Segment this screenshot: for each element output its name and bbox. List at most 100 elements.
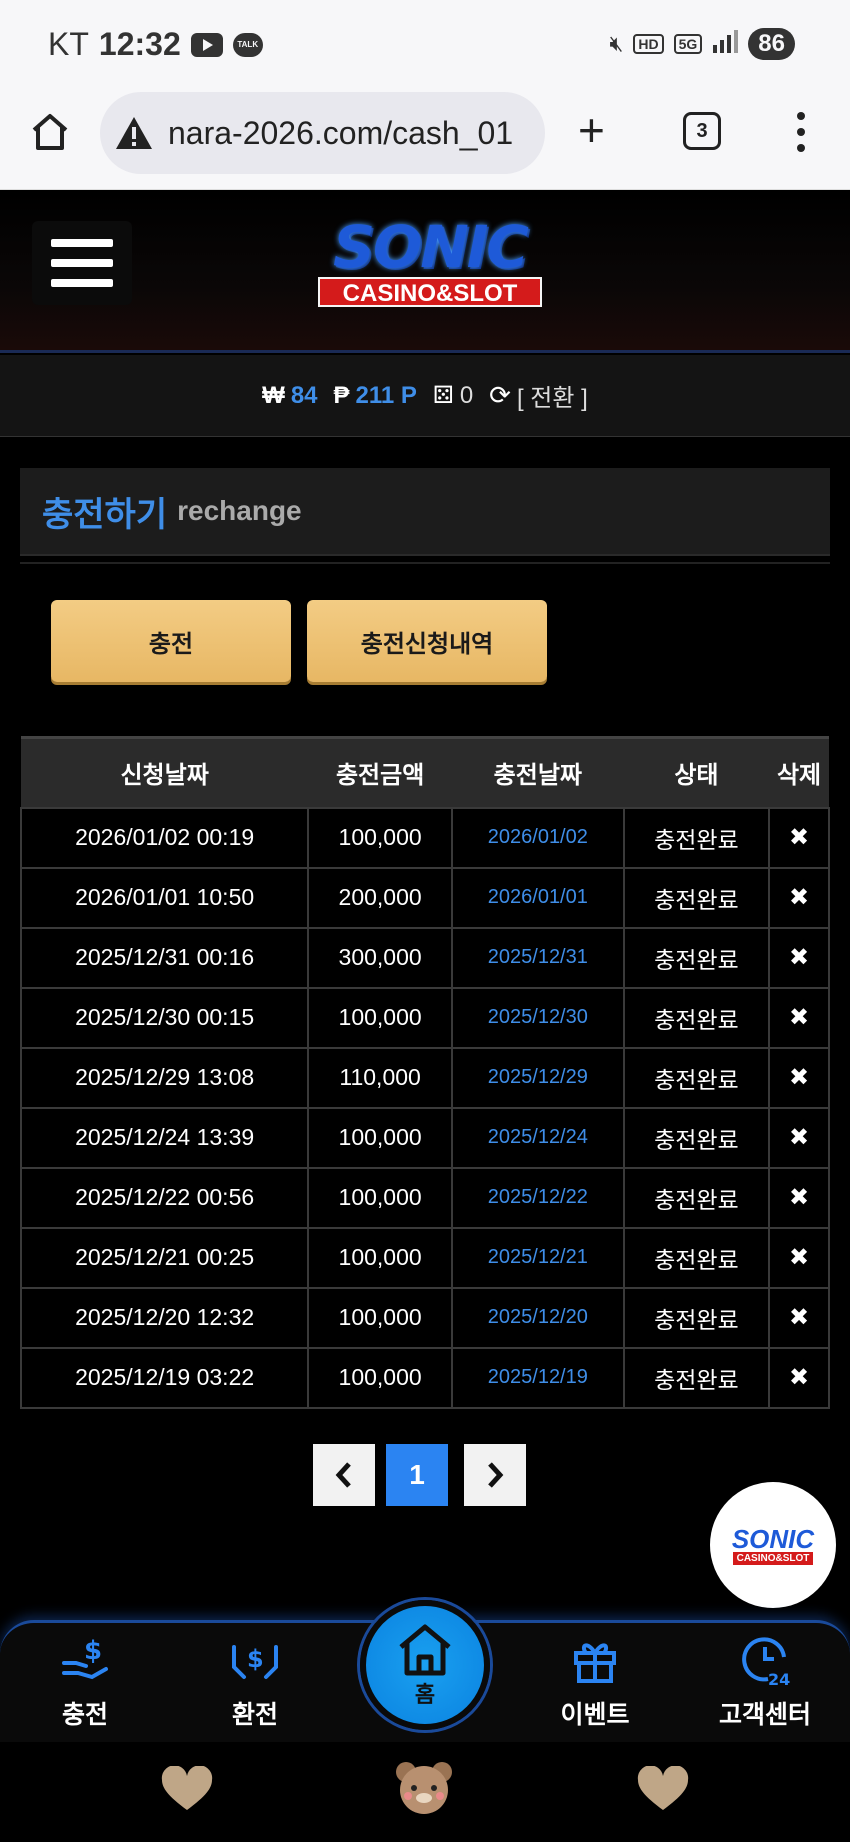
- amount-cell: 100,000: [307, 1286, 453, 1349]
- nav-event[interactable]: 이벤트: [525, 1633, 665, 1733]
- nav-home-label: 홈: [414, 1682, 436, 1707]
- col-amount: 충전금액: [308, 736, 452, 808]
- warning-icon: [116, 117, 152, 149]
- nav-exchange[interactable]: $ 환전: [185, 1633, 325, 1733]
- delete-button[interactable]: ✖: [768, 1046, 830, 1109]
- col-charge-date: 충전날짜: [451, 736, 624, 808]
- table-row: 2025/12/21 00:25 100,000 2025/12/21 충전완료 ✖: [19, 1226, 830, 1289]
- delete-button[interactable]: ✖: [768, 1346, 830, 1409]
- logo-casino-text: CASINO&SLOT: [318, 277, 542, 307]
- request-date-cell: 2025/12/22 00:56: [19, 1166, 310, 1229]
- charge-date-cell: 2025/12/31: [450, 926, 625, 989]
- floating-logo-button[interactable]: SONIC CASINO&SLOT: [710, 1482, 836, 1608]
- home-icon: [399, 1624, 451, 1676]
- amount-cell: 110,000: [307, 1046, 453, 1109]
- table-row: 2025/12/22 00:56 100,000 2025/12/22 충전완료 ✖: [19, 1166, 830, 1229]
- prev-page-button[interactable]: [313, 1444, 375, 1506]
- chevron-left-icon: [335, 1462, 351, 1488]
- page-title-korean: 충전하기: [42, 495, 168, 534]
- hd-icon: HD: [633, 34, 664, 54]
- tab-switcher-button[interactable]: 3: [683, 112, 721, 150]
- request-date-cell: 2025/12/20 12:32: [19, 1286, 310, 1349]
- page-title: 충전하기 rechange: [20, 468, 830, 556]
- amount-cell: 300,000: [307, 926, 453, 989]
- status-cell: 충전완료: [622, 1106, 771, 1169]
- gift-icon: [574, 1643, 616, 1683]
- delete-button[interactable]: ✖: [768, 926, 830, 989]
- charge-history-button[interactable]: 충전신청내역: [307, 600, 547, 682]
- status-cell: 충전완료: [622, 1226, 771, 1289]
- table-row: 2025/12/24 13:39 100,000 2025/12/24 충전완료 ✖: [19, 1106, 830, 1169]
- amount-cell: 100,000: [307, 1106, 453, 1169]
- home-icon[interactable]: [28, 110, 72, 154]
- table-header-row: 신청날짜 충전금액 충전날짜 상태 삭제: [21, 736, 829, 808]
- delete-button[interactable]: ✖: [768, 1106, 830, 1169]
- delete-button[interactable]: ✖: [768, 866, 830, 929]
- youtube-icon: [190, 32, 223, 57]
- status-cell: 충전완료: [622, 926, 771, 989]
- delete-button[interactable]: ✖: [768, 1166, 830, 1229]
- point-balance-value: 211 P: [355, 381, 417, 409]
- heart-icon[interactable]: [634, 1766, 692, 1814]
- charge-date-cell: 2026/01/02: [450, 806, 625, 869]
- svg-text:$: $: [84, 1636, 102, 1666]
- delete-button[interactable]: ✖: [768, 806, 830, 869]
- table-row: 2025/12/31 00:16 300,000 2025/12/31 충전완료 ✖: [19, 926, 830, 989]
- page-title-english: rechange: [177, 495, 302, 526]
- delete-button[interactable]: ✖: [768, 1226, 830, 1289]
- charge-date-cell: 2025/12/20: [450, 1286, 625, 1349]
- withdraw-hands-icon: $: [232, 1645, 278, 1679]
- logo-sonic-text: SONIC: [333, 213, 529, 281]
- float-logo-casino: CASINO&SLOT: [732, 1551, 814, 1565]
- site-logo[interactable]: SONIC CASINO&SLOT: [290, 217, 570, 317]
- charge-date-cell: 2025/12/21: [450, 1226, 625, 1289]
- nav-support[interactable]: 24 고객센터: [695, 1633, 835, 1733]
- page-1-button[interactable]: 1: [386, 1444, 448, 1506]
- carrier-label: KT: [48, 26, 89, 62]
- heart-icon[interactable]: [158, 1766, 216, 1814]
- status-cell: 충전완료: [622, 1346, 771, 1409]
- delete-button[interactable]: ✖: [768, 986, 830, 1049]
- signal-icon: [712, 29, 739, 59]
- bear-icon[interactable]: [392, 1758, 456, 1816]
- nav-charge[interactable]: $ 충전: [15, 1633, 155, 1733]
- status-cell: 충전완료: [622, 1166, 771, 1229]
- more-menu-icon[interactable]: [796, 112, 806, 152]
- divider: [20, 562, 830, 564]
- switch-button[interactable]: ⟳ [ 전환 ]: [489, 378, 588, 413]
- nav-charge-label: 충전: [61, 1701, 108, 1729]
- app-root: KT 12:32 TALK 🔇︎ HD 5G 86 nara-2026.com/…: [0, 0, 850, 1842]
- point-icon: ₱: [333, 381, 350, 409]
- nav-home-button[interactable]: 홈: [360, 1600, 490, 1730]
- charge-button[interactable]: 충전: [51, 600, 291, 682]
- request-date-cell: 2025/12/31 00:16: [19, 926, 310, 989]
- kakaotalk-icon: TALK: [232, 32, 263, 57]
- dice-icon: ⚄: [432, 382, 454, 409]
- balance-bar: ₩ 84 ₱ 211 P ⚄ 0 ⟳ [ 전환 ]: [0, 355, 850, 437]
- new-tab-button[interactable]: +: [578, 107, 605, 153]
- amount-cell: 100,000: [307, 806, 453, 869]
- request-date-cell: 2025/12/29 13:08: [19, 1046, 310, 1109]
- table-row: 2025/12/30 00:15 100,000 2025/12/30 충전완료 ✖: [19, 986, 830, 1049]
- hamburger-menu-icon[interactable]: [32, 221, 132, 305]
- status-bar: KT 12:32 TALK 🔇︎ HD 5G 86: [0, 0, 850, 92]
- status-cell: 충전완료: [622, 806, 771, 869]
- url-text: nara-2026.com/cash_01: [168, 114, 514, 151]
- status-cell: 충전완료: [622, 866, 771, 929]
- request-date-cell: 2025/12/21 00:25: [19, 1226, 310, 1289]
- next-page-button[interactable]: [464, 1444, 526, 1506]
- cash-balance-value: 84: [290, 381, 318, 409]
- battery-indicator: 86: [748, 28, 795, 60]
- nav-support-label: 고객센터: [718, 1701, 811, 1729]
- address-bar[interactable]: nara-2026.com/cash_01: [100, 92, 545, 174]
- refresh-icon: ⟳: [489, 380, 511, 410]
- point-balance: ₱ 211 P: [334, 382, 417, 410]
- charge-date-cell: 2025/12/22: [450, 1166, 625, 1229]
- svg-text:24: 24: [768, 1670, 790, 1687]
- nav-event-label: 이벤트: [560, 1701, 630, 1729]
- table-row: 2025/12/29 13:08 110,000 2025/12/29 충전완료 ✖: [19, 1046, 830, 1109]
- charge-history-table: 신청날짜 충전금액 충전날짜 상태 삭제 2026/01/02 00:19 100…: [19, 736, 830, 1409]
- amount-cell: 100,000: [307, 986, 453, 1049]
- system-gesture-bar: [0, 1742, 850, 1842]
- delete-button[interactable]: ✖: [768, 1286, 830, 1349]
